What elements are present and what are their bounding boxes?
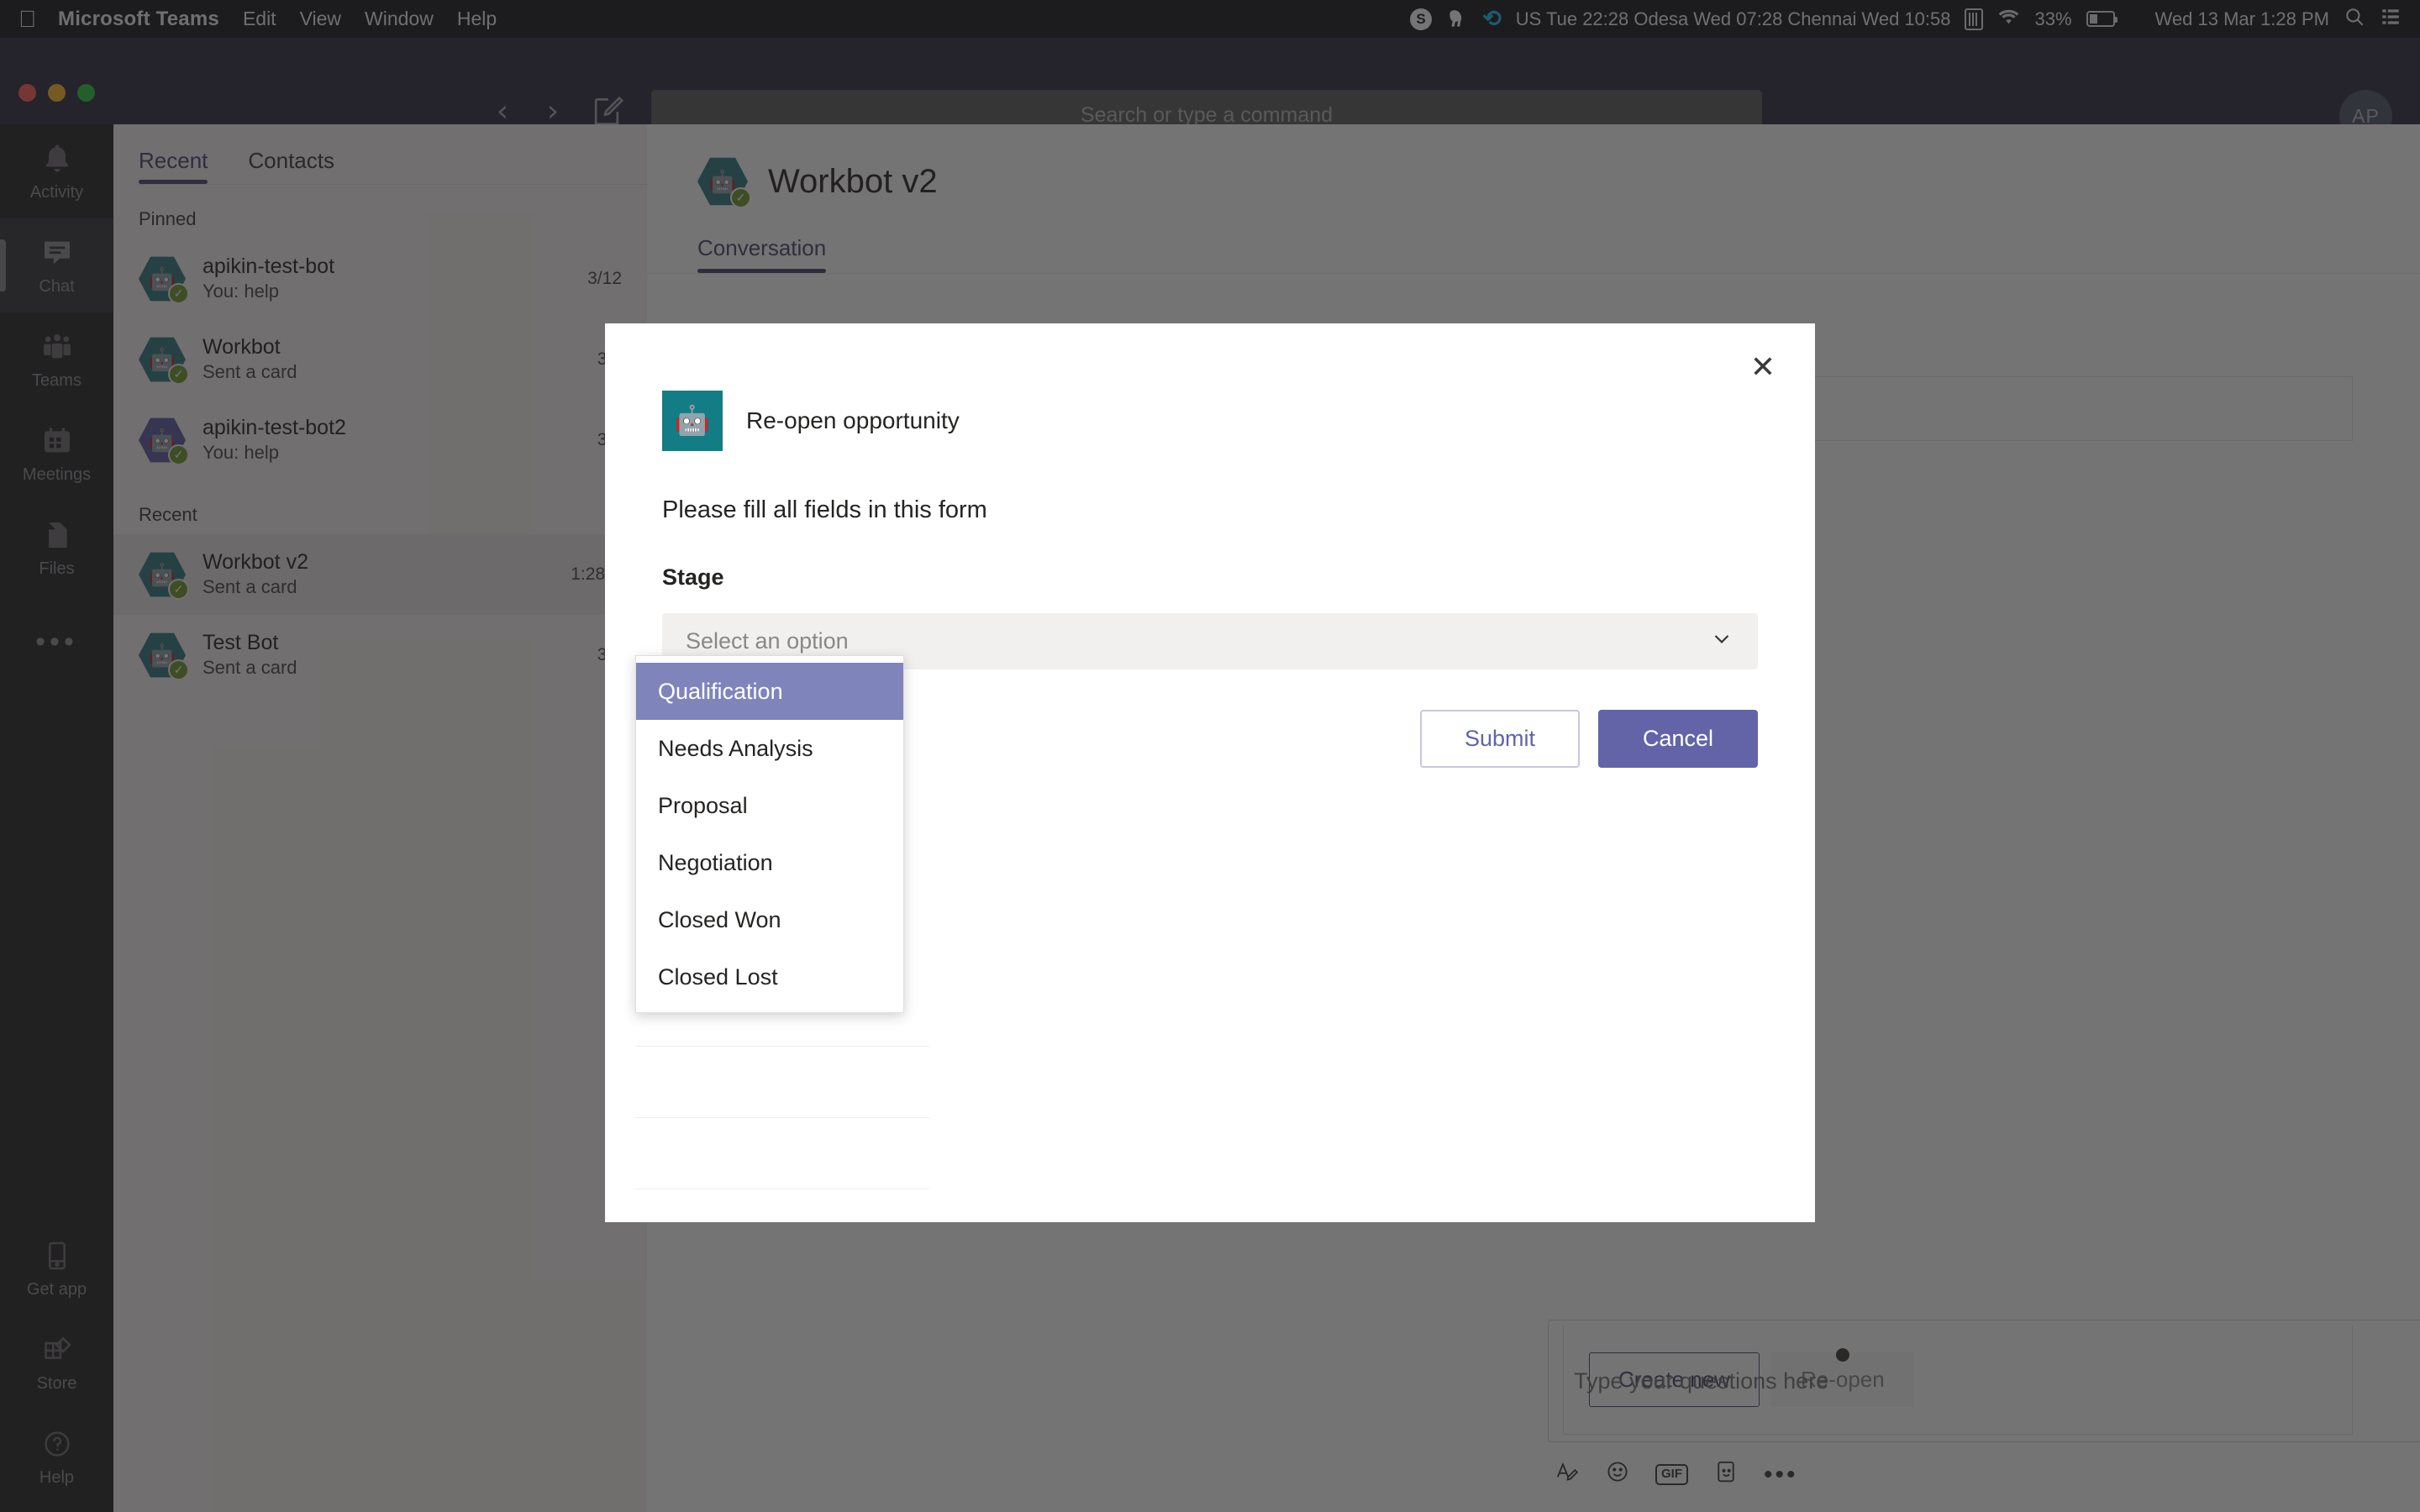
dropdown-option-closed-won[interactable]: Closed Won [636,891,903,948]
modal-header: 🤖 Re-open opportunity [605,323,1815,451]
ghost-form-lines [635,1046,929,1260]
workbot-icon: 🤖 [662,391,723,451]
cancel-button[interactable]: Cancel [1598,710,1758,768]
dropdown-option-closed-lost[interactable]: Closed Lost [636,948,903,1005]
dropdown-option-qualification[interactable]: Qualification [636,663,903,720]
modal-button-bar: Submit Cancel [1420,710,1758,768]
chevron-down-icon [1709,626,1734,657]
stage-dropdown-list[interactable]: Qualification Needs Analysis Proposal Ne… [635,655,904,1013]
dropdown-option-needs-analysis[interactable]: Needs Analysis [636,720,903,777]
task-module-dialog: ✕ 🤖 Re-open opportunity Please fill all … [605,323,1815,1222]
dropdown-option-negotiation[interactable]: Negotiation [636,834,903,891]
modal-instruction: Please fill all fields in this form [605,451,1815,524]
submit-button[interactable]: Submit [1420,710,1580,768]
dropdown-option-proposal[interactable]: Proposal [636,777,903,834]
field-label-stage: Stage [605,524,1815,591]
close-icon[interactable]: ✕ [1746,350,1780,384]
modal-title: Re-open opportunity [746,407,960,434]
stage-select-value: Select an option [686,628,1709,654]
